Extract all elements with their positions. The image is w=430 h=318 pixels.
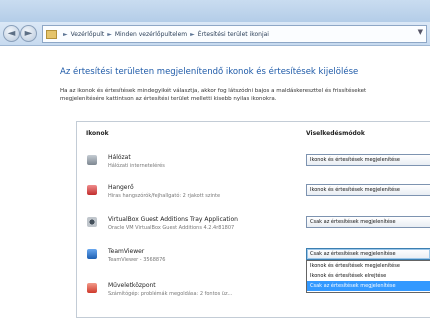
column-header-behaviors: Viselkedésmódok xyxy=(306,130,365,137)
row-description: Hiras hangszórók/fejhallgató: 2 rjakott … xyxy=(108,193,221,199)
behavior-select[interactable]: Csak az értesítések megjelenítése xyxy=(306,248,430,260)
description-line: Ha az ikonok és értesítések mindegyikét … xyxy=(60,88,367,94)
window-title-bar xyxy=(0,0,430,22)
address-bar: ◄ ► ► Vezérlőpult ► Minden vezérlőpultel… xyxy=(0,22,430,46)
icons-table: Ikonok Viselkedésmódok Hálózat Hálózati … xyxy=(76,121,430,318)
behavior-select[interactable]: Csak az értesítések megjelenítése xyxy=(306,216,430,228)
table-row: Hálózat Hálózati internetelérés Ikonok é… xyxy=(77,152,430,182)
action-center-icon xyxy=(87,283,97,293)
row-description: Számítógép: problémák megoldása: 2 fonto… xyxy=(108,291,233,297)
row-description: Oracle VM VirtualBox Guest Additions 4.2… xyxy=(108,225,235,231)
row-name: Hangerő xyxy=(108,184,134,191)
breadcrumb[interactable]: ► Vezérlőpult ► Minden vezérlőpultelem ►… xyxy=(42,25,427,43)
page-title: Az értesítési területen megjelenítendő i… xyxy=(60,67,359,77)
page-description: Ha az ikonok és értesítések mindegyikét … xyxy=(60,87,428,103)
volume-icon xyxy=(87,185,97,195)
behavior-dropdown-list[interactable]: Ikonok és értesítések megjelenítése Ikon… xyxy=(306,260,430,293)
row-description: TeamViewer - 3568876 xyxy=(108,257,166,263)
dropdown-option[interactable]: Ikonok és értesítések elrejtése xyxy=(307,271,430,281)
behavior-select[interactable]: Ikonok és értesítések megjelenítése xyxy=(306,154,430,166)
back-button[interactable]: ◄ xyxy=(3,25,20,42)
row-name: VirtualBox Guest Additions Tray Applicat… xyxy=(108,216,238,223)
network-icon xyxy=(87,155,97,165)
forward-button[interactable]: ► xyxy=(20,25,37,42)
row-name: Hálózat xyxy=(108,154,131,161)
breadcrumb-item-all-items[interactable]: Minden vezérlőpultelem xyxy=(115,31,187,38)
dropdown-option-selected[interactable]: Csak az értesítések megjelenítése xyxy=(307,281,430,291)
row-name: TeamViewer xyxy=(108,248,145,255)
main-content: Az értesítési területen megjelenítendő i… xyxy=(0,47,430,318)
breadcrumb-separator: ► xyxy=(107,30,112,38)
row-name: Műveletközpont xyxy=(108,282,156,289)
breadcrumb-item-notification-icons[interactable]: Értesítési terület ikonjai xyxy=(198,31,269,38)
virtualbox-icon xyxy=(87,217,97,227)
teamviewer-icon xyxy=(87,249,97,259)
breadcrumb-separator: ► xyxy=(63,30,68,38)
table-row: Hangerő Hiras hangszórók/fejhallgató: 2 … xyxy=(77,182,430,212)
control-panel-icon xyxy=(46,29,57,39)
breadcrumb-item-control-panel[interactable]: Vezérlőpult xyxy=(71,31,105,38)
dropdown-option[interactable]: Ikonok és értesítések megjelenítése xyxy=(307,261,430,271)
chevron-down-icon[interactable]: ▼ xyxy=(418,28,423,36)
column-header-icons: Ikonok xyxy=(86,130,109,137)
row-description: Hálózati internetelérés xyxy=(108,163,165,169)
table-row: VirtualBox Guest Additions Tray Applicat… xyxy=(77,214,430,244)
breadcrumb-separator: ► xyxy=(190,30,195,38)
behavior-select[interactable]: Ikonok és értesítések megjelenítése xyxy=(306,184,430,196)
description-line: megjelenítésére kattintson az értesítési… xyxy=(60,96,277,102)
